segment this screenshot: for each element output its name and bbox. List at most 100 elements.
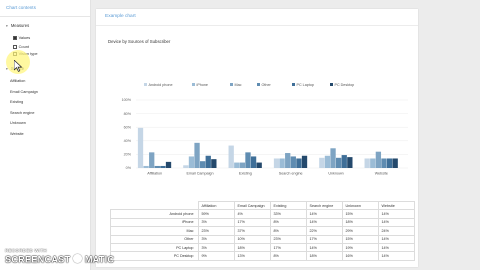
bar-website-other[interactable] [381,158,387,168]
bar-chart: 100% 80% 60% 40% 20% 0% Affiliation Email Campa… [122,98,408,176]
bar-email-campaign-iphone[interactable] [188,156,195,168]
y-tick-label: 80% [124,112,132,116]
bar-affiliation-pc-laptop[interactable] [160,165,166,168]
table-cell: 23% [197,226,235,236]
values-checkbox[interactable] [13,36,17,40]
measure-item-values[interactable]: Values [0,33,90,42]
bar-existing-other[interactable] [245,152,251,168]
bar-search-engine-iphone[interactable] [279,158,285,168]
table-cell: 15% [341,234,379,244]
bar-website-pc-laptop[interactable] [386,158,393,168]
table-cell: 9% [197,251,235,261]
bar-unknown-pc-laptop[interactable] [341,155,347,168]
legend-item-android-phone[interactable]: Android phone [144,82,173,88]
bar-unknown-mac[interactable] [330,148,336,168]
bar-unknown-iphone[interactable] [324,155,331,168]
bar-email-campaign-pc-laptop[interactable] [205,155,211,168]
y-tick-label: 20% [124,153,132,157]
bar-unknown-other[interactable] [336,157,342,168]
x-tick-label: Affiliation [147,172,162,176]
chart-contents-panel: Chart contents ▾ Measures Values Count Vi… [0,0,91,270]
table-cell: 29% [341,226,379,236]
legend-item-pc-desktop[interactable]: PC Desktop [330,82,354,88]
bar-website-iphone[interactable] [370,158,376,168]
table-cell: 24% [377,226,415,236]
x-tick-label: Search engine [279,172,303,176]
row-header: Other [110,234,199,244]
table-cell: 15% [341,209,379,219]
bar-existing-pc-laptop[interactable] [250,156,257,168]
table-cell: 14% [305,209,343,219]
bar-search-engine-other[interactable] [290,156,296,168]
source-item-unknown[interactable]: Unknown [0,118,90,129]
bar-existing-mac[interactable] [239,162,246,168]
mouse-pointer-icon [14,60,23,72]
row-header: iPhone [110,217,199,228]
data-table: Affiliation Email Campaign Existing Search … [110,200,415,261]
table-cell: 19% [341,242,379,253]
table-cell: 16% [341,251,379,261]
legend-item-pc-laptop[interactable]: PC Laptop [292,82,314,88]
legend-swatch [144,83,147,86]
table-cell: 14% [377,234,415,244]
x-tick-label: Existing [239,172,252,176]
legend-label: Mac [234,83,242,87]
bar-website-pc-desktop[interactable] [392,158,398,168]
bar-search-engine-android-phone[interactable] [273,158,280,168]
x-tick-label: Email Campaign [186,172,213,176]
bar-affiliation-pc-desktop[interactable] [165,161,172,168]
table-cell: 8% [269,217,307,228]
bar-affiliation-android-phone[interactable] [137,127,144,168]
bar-search-engine-pc-laptop[interactable] [296,158,302,168]
table-cell: 18% [233,242,271,253]
measures-section-toggle[interactable]: ▾ Measures [0,17,90,29]
bar-search-engine-mac[interactable] [285,153,291,168]
table-cell: 8% [269,226,307,236]
table-row: Android phone 59% 4% 33% 14% 15% 14% [110,209,415,219]
y-tick-label: 40% [124,139,132,143]
bar-existing-android-phone[interactable] [228,145,234,168]
source-item-search-engine[interactable]: Search engine [0,108,90,119]
legend-item-other[interactable]: Other [257,82,271,88]
chart-title: Device by Sources of Subscriber [108,39,171,44]
bar-unknown-pc-desktop[interactable] [347,157,353,168]
count-checkbox[interactable] [13,45,17,49]
legend-swatch [330,83,333,86]
bar-existing-iphone[interactable] [234,162,240,168]
bar-affiliation-other[interactable] [154,165,160,168]
y-tick-label: 60% [124,125,132,129]
bar-website-android-phone[interactable] [364,158,370,168]
source-item-existing[interactable]: Existing [0,97,90,108]
legend-swatch [257,83,260,86]
legend-item-mac[interactable]: Mac [230,82,241,88]
table-cell: 17% [269,242,307,253]
bar-affiliation-iphone[interactable] [143,165,149,168]
table-cell: 22% [305,226,343,236]
bar-search-engine-pc-desktop[interactable] [301,155,308,168]
screencast-o-matic-watermark: RECORDED WITH SCREENCAST MATIC [5,248,115,265]
legend-item-iphone[interactable]: iPhone [192,82,208,88]
bar-email-campaign-other[interactable] [200,161,206,168]
bar-email-campaign-mac[interactable] [194,142,200,168]
table-cell: 3% [197,242,235,253]
bar-unknown-android-phone[interactable] [319,157,325,168]
source-item-website[interactable]: Website [0,129,90,140]
bar-email-campaign-pc-desktop[interactable] [211,159,217,168]
bar-email-campaign-android-phone[interactable] [183,165,189,168]
column-header: Existing [269,200,307,211]
table-cell: 14% [305,217,343,228]
table-cell: 17% [305,234,343,244]
table-cell: 14% [377,242,415,253]
chart-card: Example chart Device by Sources of Subsc… [96,9,418,267]
table-cell: 59% [197,209,235,219]
source-item-affiliation[interactable]: Affiliation [0,76,90,87]
table-cell: 10% [233,234,271,244]
bar-website-mac[interactable] [375,151,382,168]
source-item-email-campaign[interactable]: Email Campaign [0,87,90,98]
table-cell: 14% [377,251,415,261]
y-tick-label: 0% [126,166,132,170]
table-cell: 18% [341,217,379,228]
bar-existing-pc-desktop[interactable] [256,162,262,168]
bar-affiliation-mac[interactable] [149,152,155,168]
table-cell: 17% [233,217,271,228]
